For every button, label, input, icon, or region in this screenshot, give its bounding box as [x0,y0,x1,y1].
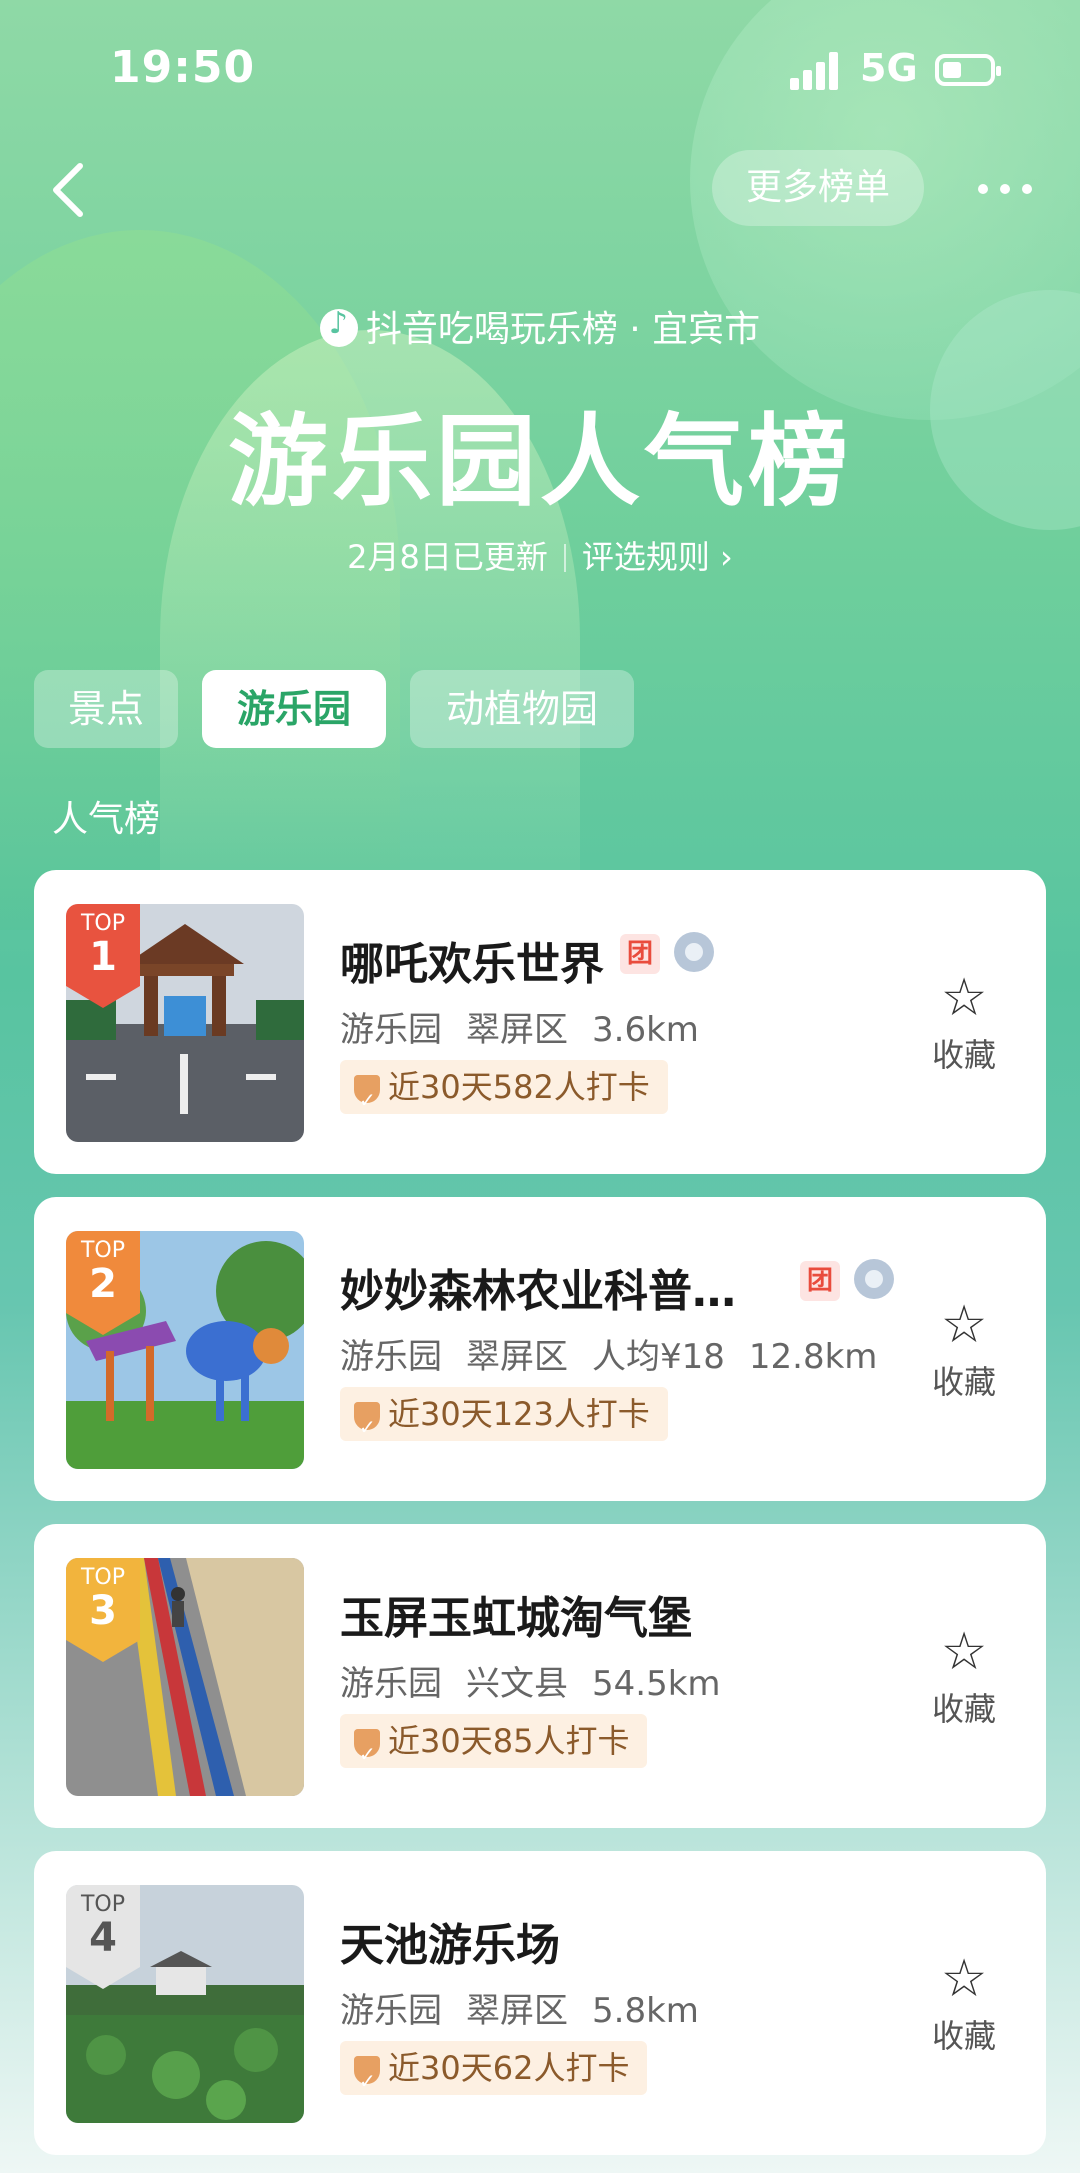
ranking-card[interactable]: TOP 2 妙妙森林农业科普… 团 游乐园翠屏区人均¥18 12.8km 近30天… [34,1197,1046,1501]
page-title: 游乐园人气榜 [228,403,852,520]
venue-district: 翠屏区 [466,1991,568,2031]
venue-distance: 54.5km [592,1664,721,1704]
checkin-shield-icon [354,1400,380,1454]
rank-badge: TOP 4 [66,1885,140,1989]
venue-district: 翠屏区 [466,1337,568,1377]
back-arrow-icon[interactable] [44,160,94,220]
venue-thumbnail: TOP 3 [66,1558,304,1796]
venue-name: 哪吒欢乐世界 [340,939,604,990]
rank-badge: TOP 3 [66,1558,140,1662]
venue-district: 兴文县 [466,1664,568,1704]
venue-price: 人均¥18 [592,1337,725,1377]
signal-icon [790,52,840,90]
network-type: 5G [860,46,918,90]
status-time: 19:50 [110,42,256,93]
rank-badge: TOP 1 [66,904,140,1008]
venue-thumbnail: TOP 2 [66,1231,304,1469]
venue-meta: 游乐园 翠屏区 人均¥18 12.8km [340,1329,901,1378]
divider [563,544,566,572]
rank-badge: TOP 2 [66,1231,140,1335]
venue-thumbnail: TOP 4 [66,1885,304,2123]
group-buy-tag: 团 [800,1261,840,1301]
favorite-button[interactable]: ☆ 收藏 [914,1297,1014,1403]
venue-distance: 3.6km [592,1010,699,1050]
battery-icon [935,54,1001,86]
venue-name: 妙妙森林农业科普… [340,1266,736,1317]
update-info: 2月8日已更新 评选规则 › [0,532,1080,578]
tab-scenic-spots[interactable]: 景点 [34,670,178,748]
venue-category: 游乐园 [340,1664,442,1704]
brand-line: 抖音吃喝玩乐榜 · 宜宾市 [0,300,1080,352]
venue-category: 游乐园 [340,1010,442,1050]
venue-category: 游乐园 [340,1991,442,2031]
more-lists-button[interactable]: 更多榜单 [712,150,924,226]
venue-meta: 游乐园 翠屏区 5.8km [340,1983,723,2032]
favorite-button[interactable]: ☆ 收藏 [914,970,1014,1076]
brand-text: 抖音吃喝玩乐榜 · 宜宾市 [365,309,761,350]
favorite-button[interactable]: ☆ 收藏 [914,1951,1014,2057]
more-options-icon[interactable] [978,178,1032,198]
ranking-card[interactable]: TOP 3 玉屏玉虹城淘气堡 游乐园兴文县 54.5km 近30天85人打卡 ☆ … [34,1524,1046,1828]
checkin-badge: 近30天62人打卡 [340,2041,648,2108]
checkin-badge: 近30天85人打卡 [340,1714,648,1781]
favorite-button[interactable]: ☆ 收藏 [914,1624,1014,1730]
star-icon: ☆ [940,968,988,1028]
group-buy-tag: 团 [620,934,660,974]
douyin-logo-icon [319,306,358,347]
checkin-shield-icon [354,1727,380,1781]
star-icon: ☆ [940,1295,988,1355]
rules-link[interactable]: 评选规则 › [582,538,733,576]
checkin-shield-icon [354,2054,380,2108]
checkin-badge: 近30天123人打卡 [340,1387,668,1454]
venue-distance: 5.8km [592,1991,699,2031]
section-label: 人气榜 [52,799,161,840]
tab-amusement-parks[interactable]: 游乐园 [202,670,386,748]
star-icon: ☆ [940,1949,988,2009]
venue-name: 天池游乐场 [340,1920,560,1971]
checkin-shield-icon [354,1073,380,1127]
venue-meta: 游乐园 翠屏区 3.6km [340,1002,723,1051]
venue-name: 玉屏玉虹城淘气堡 [340,1593,692,1644]
tab-zoos-botanical[interactable]: 动植物园 [410,670,634,748]
certified-badge-icon [674,932,714,972]
venue-district: 翠屏区 [466,1010,568,1050]
status-bar: 19:50 5G [0,0,1080,140]
ranking-card[interactable]: TOP 4 天池游乐场 游乐园翠屏区 5.8km 近30天62人打卡 ☆ 收藏 [34,1851,1046,2155]
venue-category: 游乐园 [340,1337,442,1377]
venue-thumbnail: TOP 1 [66,904,304,1142]
venue-distance: 12.8km [748,1337,878,1377]
certified-badge-icon [854,1259,894,1299]
updated-date: 2月8日已更新 [347,538,548,576]
venue-meta: 游乐园 兴文县 54.5km [340,1656,745,1705]
star-icon: ☆ [940,1622,988,1682]
checkin-badge: 近30天582人打卡 [340,1060,668,1127]
ranking-card[interactable]: TOP 1 哪吒欢乐世界 团 游乐园翠屏区 3.6km 近30天582人打卡 ☆ … [34,870,1046,1174]
